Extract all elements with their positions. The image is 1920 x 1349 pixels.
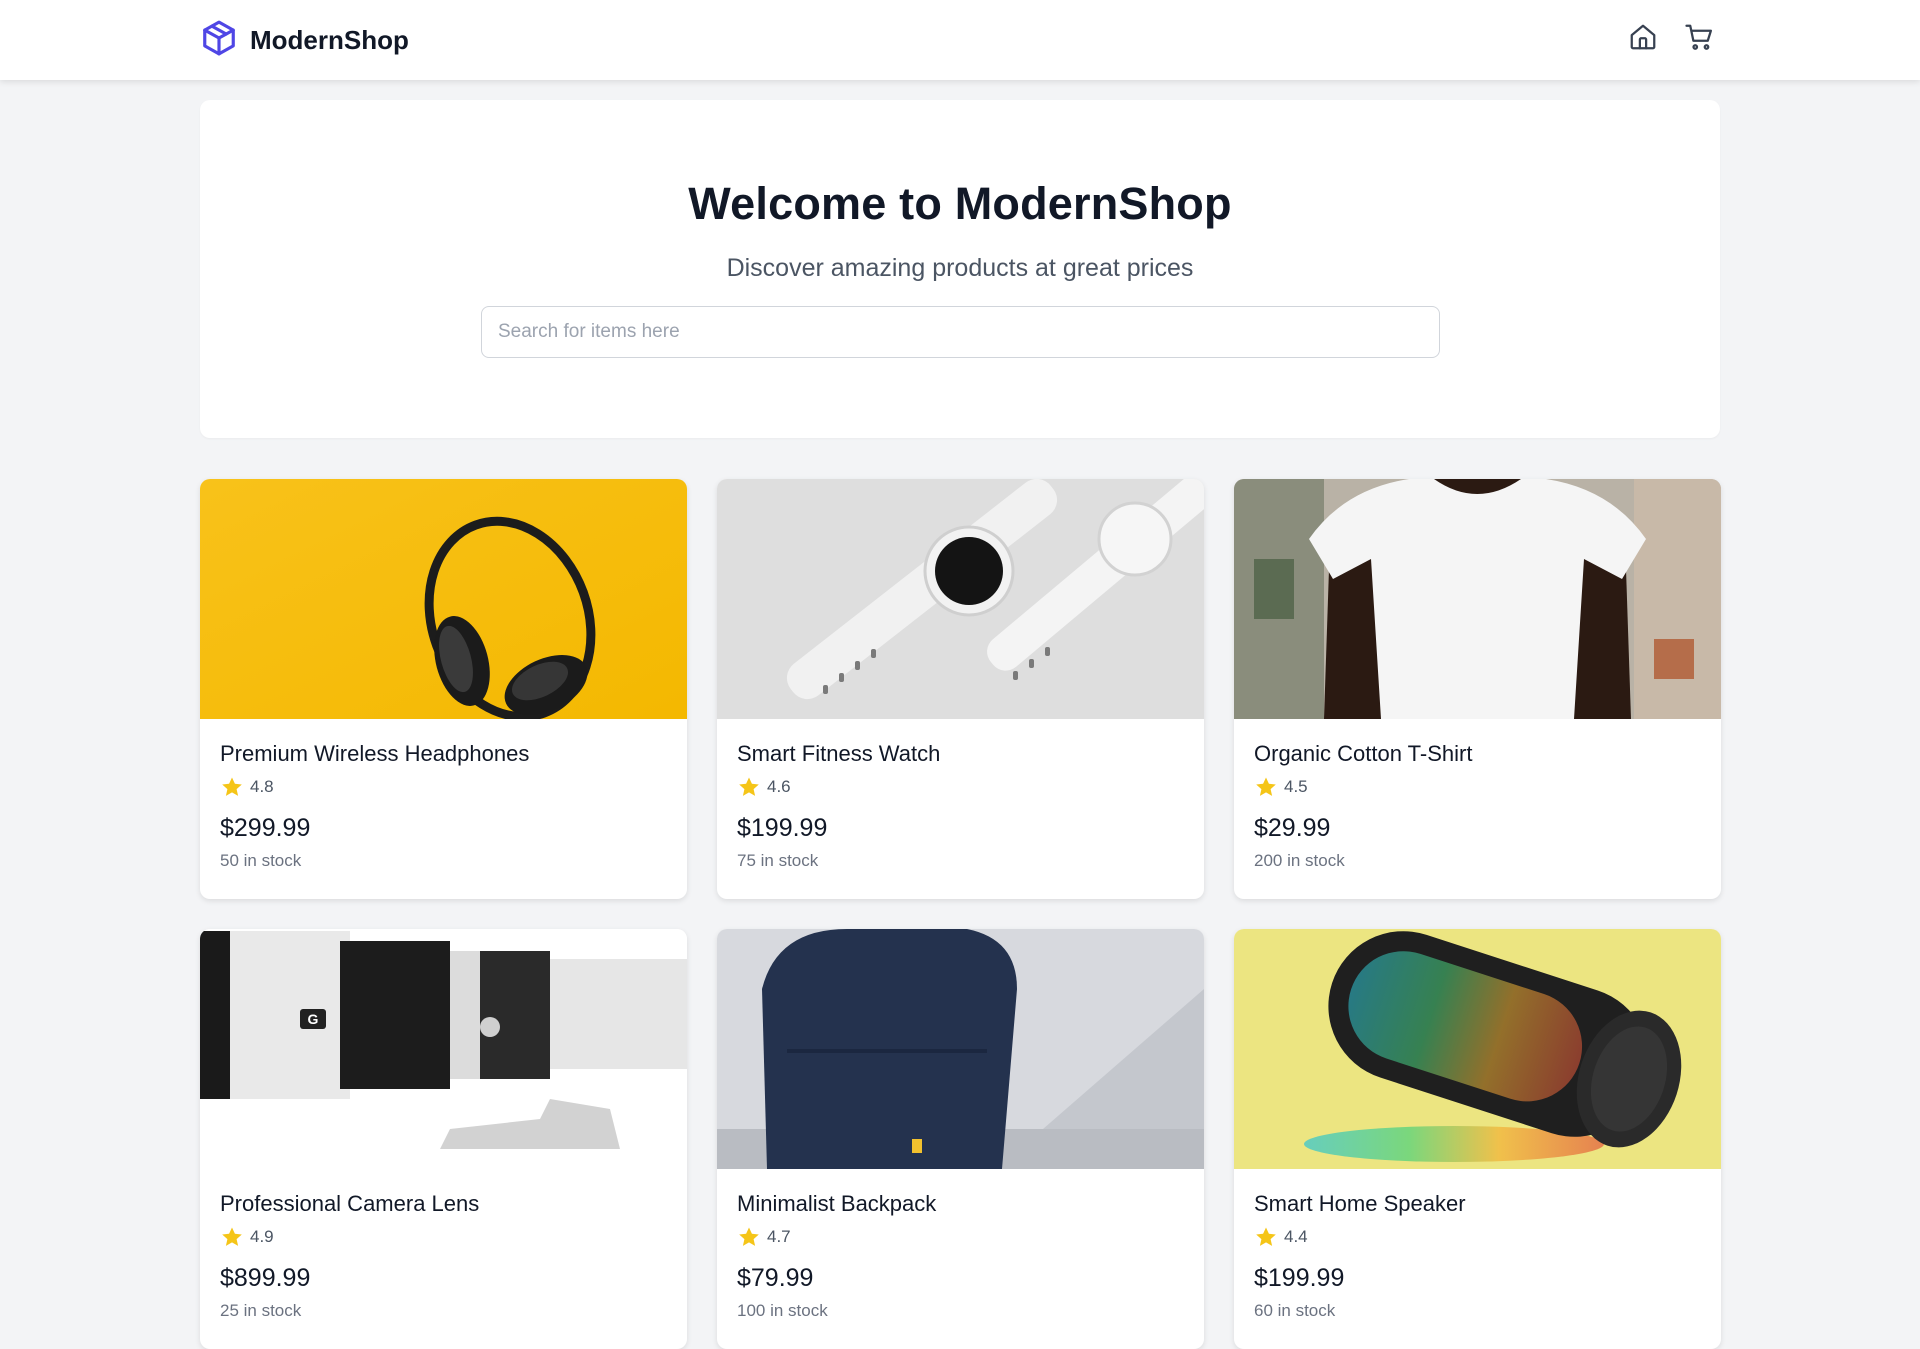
star-icon: [739, 777, 759, 796]
product-rating: 4.9: [220, 1225, 667, 1249]
product-price: $199.99: [737, 814, 828, 842]
hero-title: Welcome to ModernShop: [688, 178, 1232, 229]
backpack-image: [717, 929, 1204, 1169]
brand-name: ModernShop: [250, 24, 409, 55]
product-name: Organic Cotton T-Shirt: [1254, 741, 1473, 766]
product-price: $899.99: [220, 1264, 311, 1292]
rating-value: 4.8: [250, 777, 274, 796]
product-name: Smart Fitness Watch: [737, 741, 941, 766]
search-input[interactable]: [481, 306, 1440, 358]
product-name: Professional Camera Lens: [220, 1191, 480, 1216]
camera-lens-image: G: [200, 929, 687, 1169]
cube-icon: [200, 19, 238, 62]
product-name: Smart Home Speaker: [1254, 1191, 1466, 1216]
product-stock: 100 in stock: [737, 1301, 828, 1320]
home-button[interactable]: [1626, 22, 1660, 56]
rating-value: 4.5: [1284, 777, 1308, 796]
product-card[interactable]: Smart Home Speaker 4.4 $199.99 60 in sto…: [1234, 929, 1721, 1349]
nav-actions: [1626, 22, 1716, 56]
product-card[interactable]: G Professional Camera Lens 4.9 $899.99 2…: [200, 929, 687, 1349]
star-icon: [1256, 777, 1276, 796]
star-icon: [222, 1227, 242, 1246]
product-name: Minimalist Backpack: [737, 1191, 937, 1216]
headphones-image: [200, 479, 687, 719]
cart-button[interactable]: [1682, 22, 1716, 56]
rating-value: 4.7: [767, 1227, 791, 1246]
product-rating: 4.4: [1254, 1225, 1701, 1249]
product-rating: 4.8: [220, 775, 667, 799]
tshirt-image: [1234, 479, 1721, 719]
star-icon: [1256, 1227, 1276, 1246]
star-icon: [739, 1227, 759, 1246]
product-stock: 50 in stock: [220, 851, 302, 870]
product-stock: 60 in stock: [1254, 1301, 1336, 1320]
product-price: $199.99: [1254, 1264, 1345, 1292]
star-icon: [222, 777, 242, 796]
product-name: Premium Wireless Headphones: [220, 741, 530, 766]
rating-value: 4.6: [767, 777, 791, 796]
product-stock: 200 in stock: [1254, 851, 1345, 870]
product-stock: 75 in stock: [737, 851, 819, 870]
product-rating: 4.7: [737, 1225, 1184, 1249]
svg-text:G: G: [308, 1011, 319, 1027]
product-price: $79.99: [737, 1264, 814, 1292]
product-stock: 25 in stock: [220, 1301, 302, 1320]
brand-logo-link[interactable]: ModernShop: [200, 20, 409, 60]
product-card[interactable]: Minimalist Backpack 4.7 $79.99 100 in st…: [717, 929, 1204, 1349]
product-card[interactable]: Smart Fitness Watch 4.6 $199.99 75 in st…: [717, 479, 1204, 899]
hero-subtitle: Discover amazing products at great price…: [726, 254, 1194, 282]
product-grid: Premium Wireless Headphones 4.8 $299.99 …: [200, 479, 1721, 1349]
cart-icon: [1684, 22, 1714, 57]
rating-value: 4.4: [1284, 1227, 1308, 1246]
hero-banner: Welcome to ModernShop Discover amazing p…: [200, 100, 1720, 438]
product-card[interactable]: Premium Wireless Headphones 4.8 $299.99 …: [200, 479, 687, 899]
product-price: $299.99: [220, 814, 311, 842]
product-rating: 4.6: [737, 775, 1184, 799]
top-navigation-bar: ModernShop: [0, 0, 1920, 80]
speaker-image: [1234, 929, 1721, 1169]
product-rating: 4.5: [1254, 775, 1701, 799]
product-price: $29.99: [1254, 814, 1331, 842]
home-icon: [1628, 22, 1658, 57]
product-card[interactable]: Organic Cotton T-Shirt 4.5 $29.99 200 in…: [1234, 479, 1721, 899]
watch-image: [717, 479, 1204, 719]
rating-value: 4.9: [250, 1227, 274, 1246]
